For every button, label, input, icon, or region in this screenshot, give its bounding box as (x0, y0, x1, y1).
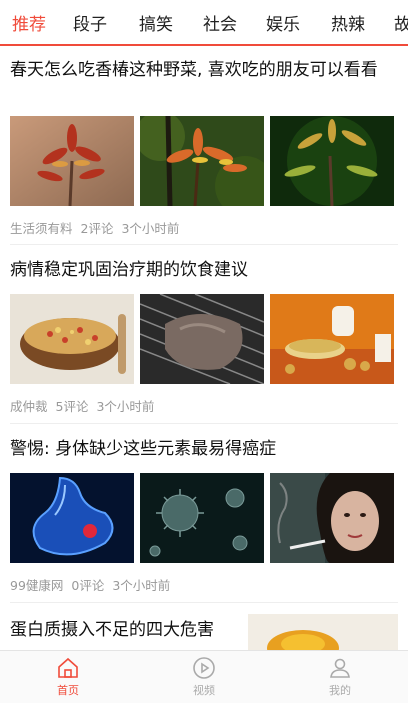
article-time: 3个小时前 (121, 221, 180, 236)
tab-hot[interactable]: 热辣 (331, 10, 365, 35)
nav-label: 视频 (193, 684, 215, 697)
article-time: 3个小时前 (112, 578, 171, 593)
article-title[interactable]: 蛋白质摄入不足的四大危害 (10, 618, 240, 643)
article-image[interactable] (270, 294, 394, 384)
home-icon (58, 657, 78, 678)
nav-label: 首页 (57, 684, 79, 697)
nav-home[interactable]: 首页 (0, 651, 136, 703)
article-image[interactable] (270, 473, 394, 563)
category-tabs: 推荐 段子 搞笑 社会 娱乐 热辣 故 (0, 0, 408, 46)
article-comments: 2评论 (80, 221, 114, 236)
article-title[interactable]: 春天怎么吃香椿这种野菜, 喜欢吃的朋友可以看看 (10, 58, 398, 83)
article-meta: 成仲裁 5评论 3个小时前 (10, 396, 162, 415)
tab-recommend[interactable]: 推荐 (12, 10, 46, 35)
article-comments: 0评论 (71, 578, 105, 593)
article-image[interactable] (10, 294, 134, 384)
article-comments: 5评论 (55, 399, 89, 414)
article-image[interactable] (140, 473, 264, 563)
article-source: 成仲裁 (10, 399, 48, 414)
tab-jokes[interactable]: 段子 (73, 10, 107, 35)
divider (10, 244, 398, 245)
article-image[interactable] (10, 116, 134, 206)
tab-story[interactable]: 故 (394, 10, 408, 35)
article-source: 99健康网 (10, 578, 64, 593)
nav-me[interactable]: 我的 (272, 651, 408, 703)
article-title[interactable]: 病情稳定巩固治疗期的饮食建议 (10, 258, 398, 283)
nav-label: 我的 (329, 684, 351, 697)
article-meta: 生活须有料 2评论 3个小时前 (10, 218, 187, 237)
article-image[interactable] (270, 116, 394, 206)
tab-entertainment[interactable]: 娱乐 (266, 10, 300, 35)
play-icon (193, 657, 215, 679)
tab-funny[interactable]: 搞笑 (139, 10, 173, 35)
bottom-nav: 首页 视频 我的 (0, 650, 408, 703)
article-image[interactable] (140, 294, 264, 384)
divider (10, 423, 398, 424)
article-image[interactable] (248, 614, 398, 650)
article-meta: 99健康网 0评论 3个小时前 (10, 575, 178, 594)
article-title[interactable]: 警惕: 身体缺少这些元素最易得癌症 (10, 437, 398, 462)
tab-society[interactable]: 社会 (203, 10, 237, 35)
article-source: 生活须有料 (10, 221, 73, 236)
nav-video[interactable]: 视频 (136, 651, 272, 703)
article-image[interactable] (140, 116, 264, 206)
article-time: 3个小时前 (96, 399, 155, 414)
divider (10, 602, 398, 603)
person-icon (330, 658, 350, 678)
article-image[interactable] (10, 473, 134, 563)
news-feed[interactable]: 春天怎么吃香椿这种野菜, 喜欢吃的朋友可以看看 生活须有料 2评论 3个小时前 … (0, 46, 408, 650)
